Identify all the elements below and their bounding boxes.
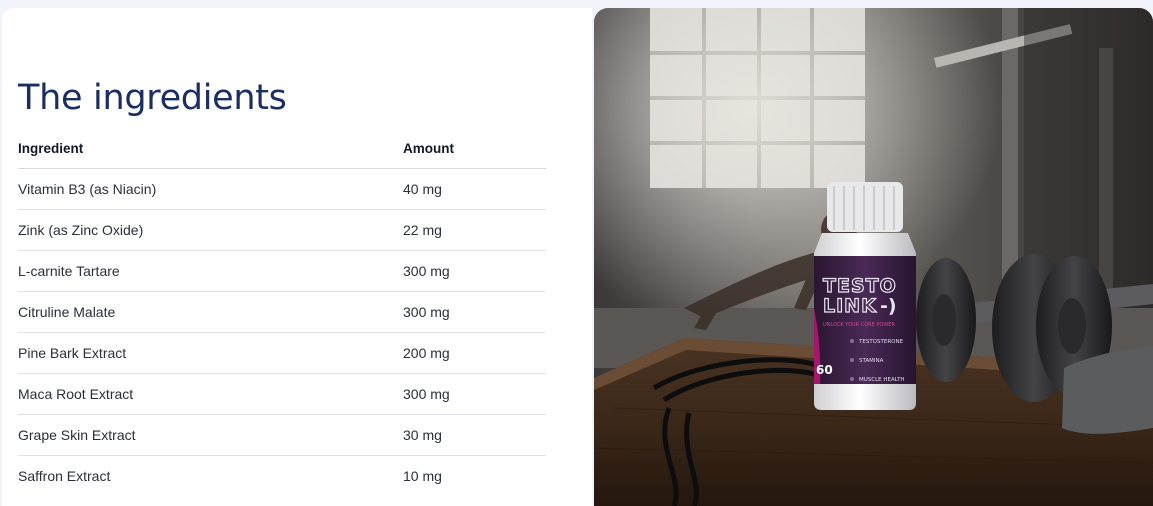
benefit-3: MUSCLE HEALTH xyxy=(859,377,905,383)
ingredient-amount: 300 mg xyxy=(403,291,546,333)
ingredient-amount: 200 mg xyxy=(403,332,546,374)
ingredient-amount: 40 mg xyxy=(403,168,546,210)
table-row: Zink (as Zinc Oxide) 22 mg xyxy=(18,209,546,251)
supplement-bottle: TESTO LINK -) UNLOCK YOUR CORE POWER TES… xyxy=(814,182,916,410)
ingredient-amount: 300 mg xyxy=(403,250,546,292)
capsule-count: 60 xyxy=(816,363,833,377)
table-row: Pine Bark Extract 200 mg xyxy=(18,332,546,374)
ingredient-name: Zink (as Zinc Oxide) xyxy=(18,209,403,251)
product-photo: TESTO LINK -) UNLOCK YOUR CORE POWER TES… xyxy=(594,8,1153,506)
ingredient-amount: 30 mg xyxy=(403,414,546,456)
benefit-1: TESTOSTERONE xyxy=(858,339,904,345)
ingredient-name: Citruline Malate xyxy=(18,291,403,333)
ingredient-amount: 10 mg xyxy=(403,468,442,484)
column-header-ingredient: Ingredient xyxy=(18,128,403,169)
ingredient-name: L-carnite Tartare xyxy=(18,250,403,292)
ingredient-name: Grape Skin Extract xyxy=(18,414,403,456)
ingredient-amount: 22 mg xyxy=(403,209,546,251)
table-row: Grape Skin Extract 30 mg xyxy=(18,414,546,456)
tagline: UNLOCK YOUR CORE POWER xyxy=(823,322,895,328)
section-title: The ingredients xyxy=(18,78,287,118)
brand-line-1: TESTO xyxy=(823,275,897,297)
column-header-amount: Amount xyxy=(403,128,546,169)
table-row: Citruline Malate 300 mg xyxy=(18,291,546,333)
ingredient-name: Saffron Extract xyxy=(18,468,111,484)
brand-line-2: LINK xyxy=(823,295,877,317)
ingredient-name: Vitamin B3 (as Niacin) xyxy=(18,168,403,210)
ingredient-name: Maca Root Extract xyxy=(18,373,403,415)
table-header-row: Ingredient Amount xyxy=(18,128,546,169)
ingredients-table: Ingredient Amount Vitamin B3 (as Niacin)… xyxy=(18,128,546,496)
table-row: Vitamin B3 (as Niacin) 40 mg xyxy=(18,168,546,210)
ingredient-name: Pine Bark Extract xyxy=(18,332,403,374)
table-row: Maca Root Extract 300 mg xyxy=(18,373,546,415)
svg-text:-): -) xyxy=(880,295,897,317)
table-row: L-carnite Tartare 300 mg xyxy=(18,250,546,292)
table-row: Saffron Extract 10 mg xyxy=(18,456,546,497)
ingredient-amount: 300 mg xyxy=(403,373,546,415)
benefit-2: STAMINA xyxy=(859,358,884,364)
